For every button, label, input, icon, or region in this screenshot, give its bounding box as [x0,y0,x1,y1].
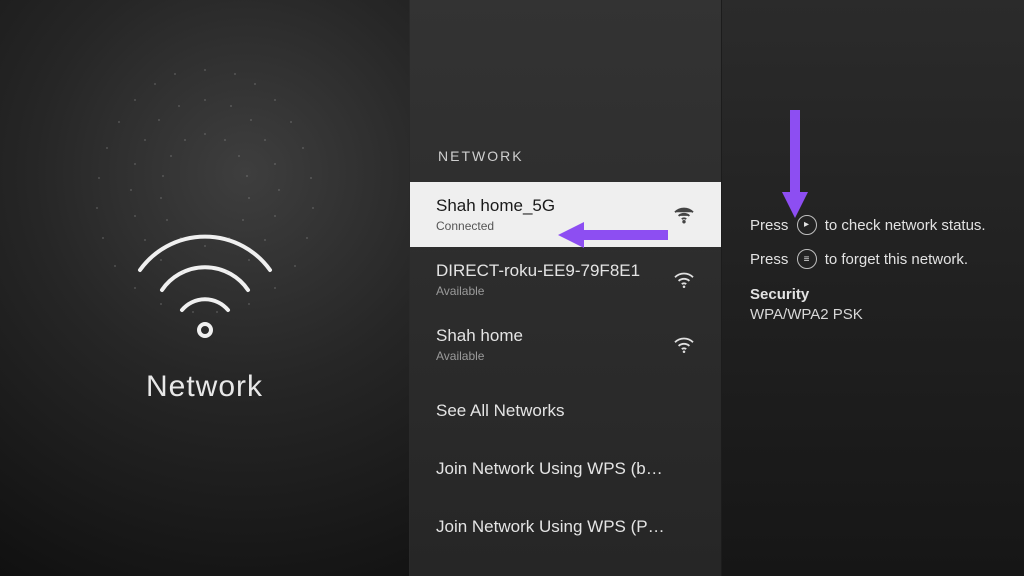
network-name: See All Networks [436,401,565,421]
wifi-signal-icon [673,271,695,289]
wifi-signal-icon [673,206,695,224]
network-item[interactable]: Shah home_5G Connected [410,182,721,247]
network-action-item[interactable]: Join Network Using WPS (PIN) [410,503,721,551]
network-action-item[interactable]: See All Networks [410,387,721,435]
network-status: Available [436,349,523,363]
hint-forget-network: Press ≡ to forget this network. [750,250,990,270]
network-action-item[interactable]: Join Network Using WPS (button) [410,445,721,493]
play-pause-button-icon: ▸ [797,215,817,235]
hint-text: Press [750,251,788,268]
network-item[interactable]: Shah home Available [410,312,721,377]
security-label: Security [750,285,990,305]
wifi-icon [130,232,280,342]
section-header: NETWORK [410,0,721,182]
hint-check-status: Press ▸ to check network status. [750,216,990,236]
network-name: Join Network Using WPS (PIN) [436,517,666,537]
security-block: Security WPA/WPA2 PSK [750,285,990,326]
network-list: Shah home_5G Connected DIRECT-roku-EE9-79F… [410,182,721,561]
hint-text: Press [750,217,788,234]
network-status: Connected [436,219,555,233]
network-name: Join Network Using WPS (button) [436,459,666,479]
network-status: Available [436,284,640,298]
network-name: Shah home_5G [436,196,555,216]
network-list-panel: NETWORK Shah home_5G Connected DIRECT-roku… [410,0,722,576]
network-item[interactable]: DIRECT-roku-EE9-79F8E1 Available [410,247,721,312]
network-name: Shah home [436,326,523,346]
hint-text: to forget this network. [825,251,968,268]
page-title: Network [146,370,263,404]
menu-button-icon: ≡ [797,249,817,269]
info-panel: Press ▸ to check network status. Press ≡… [722,0,1024,576]
hint-text: to check network status. [825,217,986,234]
security-value: WPA/WPA2 PSK [750,305,990,325]
wifi-signal-icon [673,336,695,354]
network-name: DIRECT-roku-EE9-79F8E1 [436,261,640,281]
left-panel: Network [0,0,410,576]
